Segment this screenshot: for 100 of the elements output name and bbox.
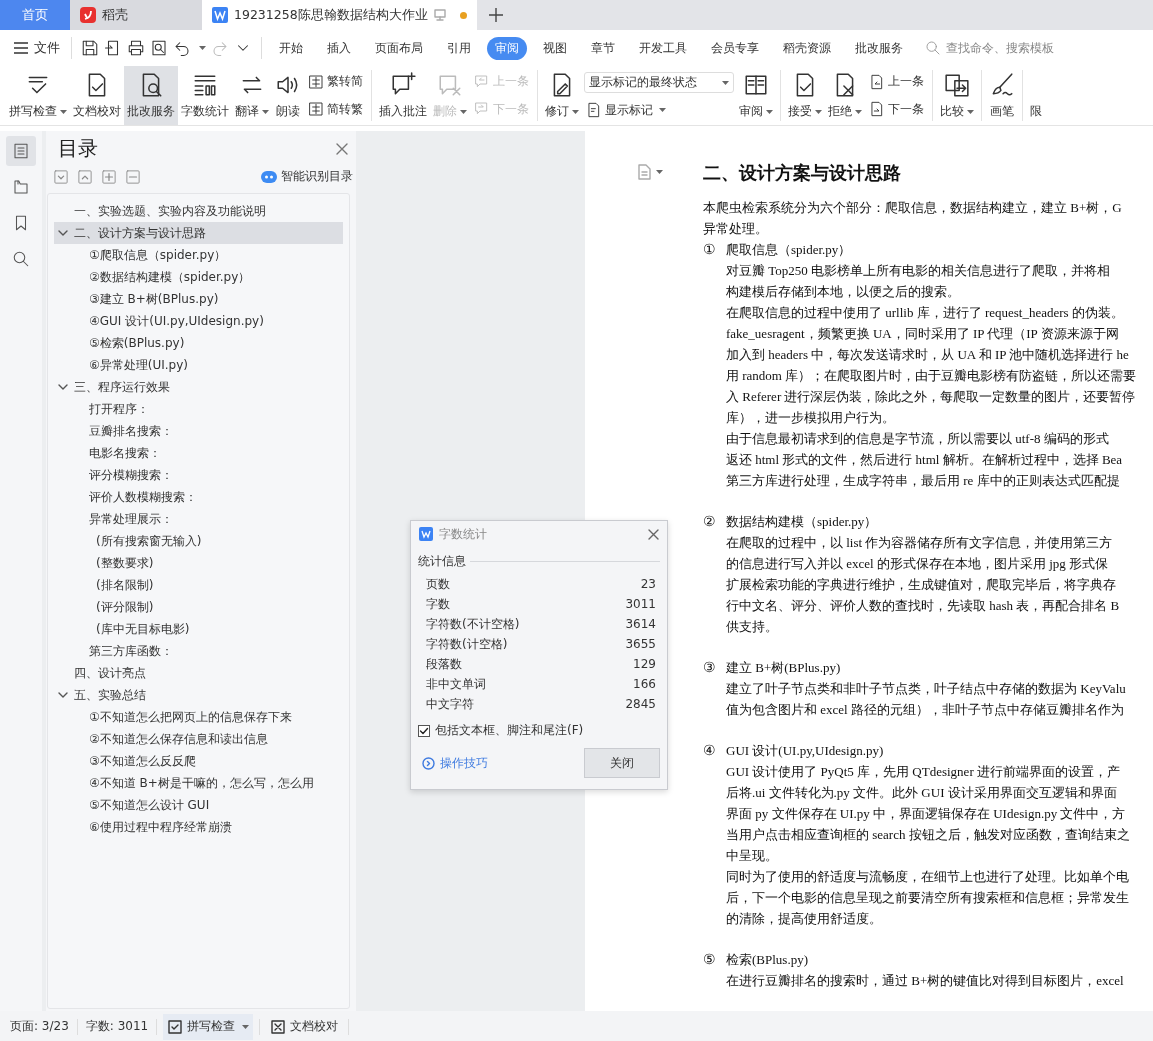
- outline-item[interactable]: ④不知道 B+树是干嘛的，怎么写，怎么用: [54, 772, 343, 794]
- toolbar-button[interactable]: 上一条: [867, 72, 926, 91]
- outline-item[interactable]: ②数据结构建模（spider.py）: [54, 266, 343, 288]
- toolbar-button[interactable]: 审阅: [736, 66, 776, 125]
- menu-tab[interactable]: 开发工具: [631, 36, 695, 60]
- outline-item[interactable]: ③不知道怎么反反爬: [54, 750, 343, 772]
- toolbar-button[interactable]: 接受: [785, 66, 825, 125]
- add-tab-icon[interactable]: [488, 8, 503, 22]
- stat-value: 3614: [625, 617, 656, 631]
- stat-value: 3011: [625, 597, 656, 611]
- outline-item[interactable]: 评价人数模糊搜索：: [54, 486, 343, 508]
- browser-tab[interactable]: 稻壳: [70, 0, 202, 30]
- undo-icon[interactable]: [173, 39, 191, 57]
- sidebar-button[interactable]: [6, 136, 36, 166]
- dropdown[interactable]: 显示标记的最终状态: [584, 72, 734, 93]
- toolbar-button[interactable]: 下一条: [867, 100, 926, 119]
- spell-check-button[interactable]: 拼写检查: [163, 1013, 254, 1040]
- menu-tab[interactable]: 引用: [439, 36, 479, 60]
- tips-link[interactable]: 操作技巧: [418, 754, 488, 772]
- outline-item[interactable]: 三、程序运行效果: [54, 376, 343, 398]
- section-title: GUI 设计(UI.py,UIdesign.py): [726, 742, 884, 760]
- toolbar-button[interactable]: 批改服务: [124, 66, 178, 125]
- toolbar-button[interactable]: 拼写检查: [6, 66, 70, 125]
- text-line: 入 Referer 进行深层伪装，除此之外，每爬取一定数量的图片，还要暂停: [726, 388, 1137, 406]
- toolbar-button[interactable]: 字数统计: [178, 66, 232, 125]
- chevron-down-icon[interactable]: [58, 690, 68, 700]
- outline-item[interactable]: 异常处理展示：: [54, 508, 343, 530]
- text-line: 返还 html 形式的文件，然后进行 html 解析。在解析过程中，选择 Bea: [726, 451, 1124, 469]
- outline-item[interactable]: 二、设计方案与设计思路: [54, 222, 343, 244]
- menu-tab[interactable]: 插入: [319, 36, 359, 60]
- toolbar-button[interactable]: 画笔: [986, 66, 1018, 125]
- outline-item[interactable]: 第三方库函数：: [54, 640, 343, 662]
- toolbar-button[interactable]: 文档校对: [70, 66, 124, 125]
- outline-item[interactable]: 五、实验总结: [54, 684, 343, 706]
- collapse-icon[interactable]: [54, 169, 68, 184]
- menu-tab[interactable]: 章节: [583, 36, 623, 60]
- outline-item[interactable]: ⑤检索(BPlus.py): [54, 332, 343, 354]
- menu-tab[interactable]: 批改服务: [847, 36, 911, 60]
- chevron-down-icon[interactable]: [58, 228, 68, 238]
- outline-icon: [12, 142, 30, 160]
- text-line: 值为包含图片和 excel 路径的元组），非叶子节点中存储豆瓣排名作为: [726, 701, 1125, 719]
- chevron-down-icon[interactable]: [58, 382, 68, 392]
- menu-tab[interactable]: 会员专享: [703, 36, 767, 60]
- toolbar-button[interactable]: 拒绝: [825, 66, 865, 125]
- search-icon: [925, 40, 941, 56]
- file-menu-button[interactable]: 文件: [12, 36, 62, 60]
- search-field[interactable]: 查找命令、搜索模板: [946, 41, 1062, 55]
- outline-item[interactable]: (评分限制): [54, 596, 343, 618]
- text-line: 第三方库进行处理，生成字符串，最后用 re 库中的正则表达式匹配提: [726, 472, 1121, 490]
- toolbar-button[interactable]: 朗读: [272, 66, 304, 125]
- outline-item[interactable]: (排名限制): [54, 574, 343, 596]
- toolbar-button[interactable]: 插入批注: [376, 66, 430, 125]
- close-button[interactable]: 关闭: [584, 748, 660, 778]
- menu-tab[interactable]: 稻壳资源: [775, 36, 839, 60]
- checkbox-option[interactable]: 包括文本框、脚注和尾注(F): [418, 722, 660, 739]
- outline-item[interactable]: 电影名搜索：: [54, 442, 343, 464]
- caret-icon: [242, 1024, 250, 1029]
- text-line: 扩展检索功能的字典进行维护，生成键值对，爬取完毕后，将字典存: [726, 576, 1117, 594]
- toolbar-button[interactable]: 翻译: [232, 66, 272, 125]
- outline-item[interactable]: ①不知道怎么把网页上的信息保存下来: [54, 706, 343, 728]
- preview-icon[interactable]: [150, 39, 168, 57]
- print-icon[interactable]: [127, 39, 145, 57]
- outline-item[interactable]: ④GUI 设计(UI.py,UIdesign.py): [54, 310, 343, 332]
- toolbar-button[interactable]: 繁转简: [306, 72, 365, 91]
- outline-item[interactable]: 豆瓣排名搜索：: [54, 420, 343, 442]
- menu-tab[interactable]: 页面布局: [367, 36, 431, 60]
- outline-item[interactable]: 打开程序：: [54, 398, 343, 420]
- outline-item[interactable]: (所有搜索窗无输入): [54, 530, 343, 552]
- toolbar-button[interactable]: 比较: [937, 66, 977, 125]
- outline-item[interactable]: ⑤不知道怎么设计 GUI: [54, 794, 343, 816]
- outline-item[interactable]: ⑥异常处理(UI.py): [54, 354, 343, 376]
- text-line: 建立了叶子节点类和非叶子节点类，叶子结点中存储的数据为 KeyValu: [726, 680, 1127, 698]
- outline-item[interactable]: ③建立 B+树(BPlus.py): [54, 288, 343, 310]
- toolbar-button[interactable]: 修订: [542, 66, 582, 125]
- outline-item[interactable]: ①爬取信息（spider.py）: [54, 244, 343, 266]
- caret-icon: [722, 80, 729, 85]
- smart-toc-button[interactable]: 智能识别目录: [261, 168, 353, 185]
- menu-tab[interactable]: 开始: [271, 36, 311, 60]
- toolbar-button[interactable]: 限: [1027, 66, 1045, 125]
- outline-item[interactable]: 四、设计亮点: [54, 662, 343, 684]
- text-line: 的清除，提高使用舒适度。: [726, 910, 883, 928]
- toolbar-button[interactable]: 显示标记: [584, 101, 734, 119]
- toolbar-button[interactable]: 简转繁: [306, 100, 365, 119]
- outline-item[interactable]: ②不知道怎么保存信息和读出信息: [54, 728, 343, 750]
- outline-item[interactable]: (整数要求): [54, 552, 343, 574]
- proofread-button[interactable]: 文档校对: [266, 1013, 343, 1040]
- outline-item[interactable]: 一、实验选题、实验内容及功能说明: [54, 200, 343, 222]
- outline-item[interactable]: (库中无目标电影): [54, 618, 343, 640]
- outline-item[interactable]: ⑥使用过程中程序经常崩溃: [54, 816, 343, 838]
- expand-icon[interactable]: [78, 169, 92, 184]
- save-icon[interactable]: [81, 39, 99, 57]
- checkbox[interactable]: [418, 724, 430, 737]
- section-title: 爬取信息（spider.py）: [726, 241, 852, 259]
- close-icon[interactable]: [336, 142, 348, 155]
- text-line: 库），进一步模拟用户行为。: [726, 409, 896, 427]
- close-icon[interactable]: [648, 528, 659, 540]
- page-indicator: 页面: 3/23: [9, 1018, 70, 1035]
- browser-tab[interactable]: 19231258陈思翰数据结构大作业: [202, 0, 477, 30]
- menu-tab[interactable]: 视图: [535, 36, 575, 60]
- outline-item[interactable]: 评分模糊搜索：: [54, 464, 343, 486]
